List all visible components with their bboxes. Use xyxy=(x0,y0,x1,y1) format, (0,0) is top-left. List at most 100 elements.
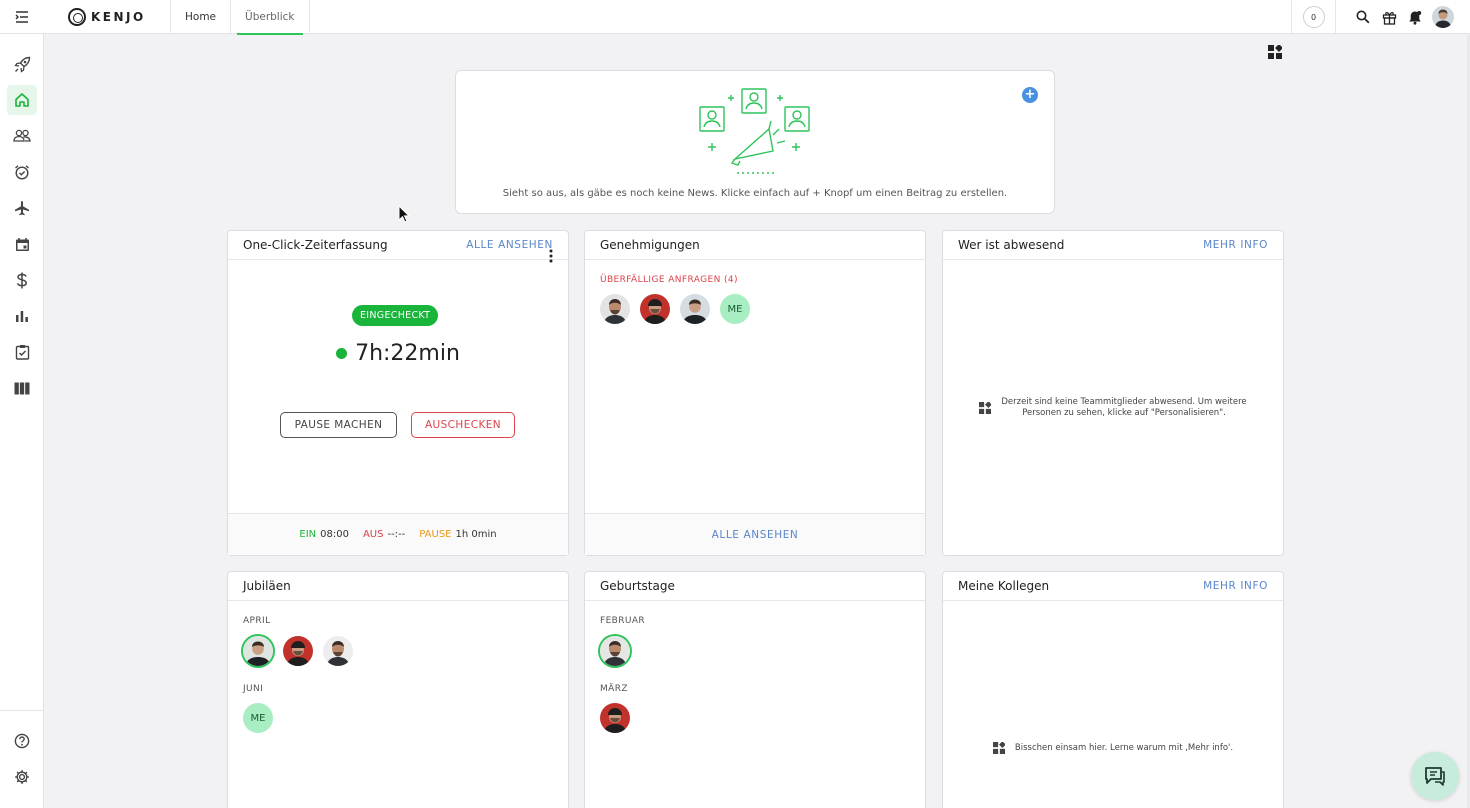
colleagues-card: Meine Kollegen MEHR INFO Bisschen einsam… xyxy=(942,571,1284,808)
month-label-maerz: MÄRZ xyxy=(600,684,628,694)
avatar[interactable] xyxy=(600,703,630,733)
checkin-label: EIN xyxy=(299,529,317,540)
month-label-juni: JUNI xyxy=(243,684,264,694)
checkout-button[interactable]: AUSCHECKEN xyxy=(411,412,515,438)
timer-value: 7h:22min xyxy=(355,341,460,366)
sidebar-item-settings[interactable] xyxy=(7,762,37,792)
pause-value: 1h 0min xyxy=(455,529,497,540)
user-avatar[interactable] xyxy=(1432,6,1454,28)
gift-icon[interactable] xyxy=(1376,0,1402,34)
sidebar-item-attendance[interactable] xyxy=(7,157,37,187)
clipboard-check-icon xyxy=(15,345,29,360)
avatar-me[interactable]: ME xyxy=(720,294,750,324)
anniversary-avatars-juni: ME xyxy=(243,703,273,733)
home-icon xyxy=(15,93,29,107)
overdue-avatars: ME xyxy=(600,294,750,324)
approvals-header: Genehmigungen xyxy=(585,231,925,260)
news-empty-text: Sieht so aus, als gäbe es noch keine New… xyxy=(502,188,1008,199)
news-illustration xyxy=(695,85,815,181)
tab-ueberblick[interactable]: Überblick xyxy=(230,0,310,35)
topbar-actions: 0 xyxy=(1291,0,1470,34)
menu-toggle-icon[interactable] xyxy=(0,0,44,34)
avatar[interactable] xyxy=(323,636,353,666)
logo-text: KENJO xyxy=(91,9,146,24)
sidebar-item-help[interactable] xyxy=(7,726,37,756)
birthdays-title: Geburtstage xyxy=(600,579,675,593)
more-options-icon[interactable] xyxy=(546,248,556,263)
colleagues-empty-text: Bisschen einsam hier. Lerne warum mit ‚M… xyxy=(1014,742,1234,753)
anniversaries-header: Jubiläen xyxy=(228,572,568,601)
checkout-label: AUS xyxy=(362,529,384,540)
sidebar-item-analytics[interactable] xyxy=(7,301,37,331)
birthday-avatars-maerz xyxy=(600,703,630,733)
timer-display: 7h:22min xyxy=(228,341,568,366)
widgets-customize-icon[interactable] xyxy=(1268,44,1283,59)
sidebar-item-board[interactable] xyxy=(7,373,37,403)
sidebar-item-people[interactable] xyxy=(7,121,37,151)
sidebar-item-calendar[interactable] xyxy=(7,229,37,259)
avatar[interactable] xyxy=(640,294,670,324)
absent-card: Wer ist abwesend MEHR INFO Derzeit sind … xyxy=(942,230,1284,556)
tab-ueberblick-label: Überblick xyxy=(245,10,295,23)
approvals-footer: ALLE ANSEHEN xyxy=(585,513,925,555)
alarm-check-icon xyxy=(15,165,29,180)
kenjo-logo[interactable]: KENJO xyxy=(68,7,170,26)
chat-button[interactable] xyxy=(1411,752,1459,800)
bar-chart-icon xyxy=(16,311,28,322)
avatar[interactable] xyxy=(283,636,313,666)
checkin-value: 08:00 xyxy=(320,529,349,540)
month-label-april: APRIL xyxy=(243,616,271,626)
dollar-icon xyxy=(16,272,27,288)
top-bar: KENJO Home Überblick 0 xyxy=(0,0,1470,35)
rocket-icon xyxy=(13,56,30,73)
overdue-requests-label: ÜBERFÄLLIGE ANFRAGEN (4) xyxy=(600,275,738,285)
avatar[interactable] xyxy=(243,636,273,666)
avatar[interactable] xyxy=(600,636,630,666)
notification-counter: 0 xyxy=(1302,6,1325,28)
time-tracking-view-all-link[interactable]: ALLE ANSEHEN xyxy=(466,239,553,251)
time-tracking-title: One-Click-Zeiterfassung xyxy=(243,238,388,252)
status-badge: EINGECHECKT xyxy=(352,305,439,326)
avatar-me[interactable]: ME xyxy=(243,703,273,733)
month-label-februar: FEBRUAR xyxy=(600,616,646,626)
birthdays-header: Geburtstage xyxy=(585,572,925,601)
sidebar xyxy=(0,34,44,808)
sidebar-item-time-off[interactable] xyxy=(7,193,37,223)
sidebar-divider xyxy=(0,710,44,711)
approvals-view-all-link[interactable]: ALLE ANSEHEN xyxy=(712,529,799,541)
pause-label: PAUSE xyxy=(419,529,452,540)
avatar[interactable] xyxy=(600,294,630,324)
columns-icon xyxy=(14,382,30,394)
calendar-icon xyxy=(15,237,29,251)
widgets-icon xyxy=(979,401,992,414)
bell-icon[interactable] xyxy=(1402,0,1428,34)
colleagues-empty-message: Bisschen einsam hier. Lerne warum mit ‚M… xyxy=(943,742,1283,754)
widgets-icon xyxy=(992,742,1005,754)
mouse-cursor-icon xyxy=(398,204,411,223)
add-news-button[interactable]: + xyxy=(1022,87,1038,103)
absent-more-info-link[interactable]: MEHR INFO xyxy=(1203,239,1268,251)
time-tracking-footer: EIN 08:00 AUS --:-- PAUSE 1h 0min xyxy=(228,513,568,555)
absent-header: Wer ist abwesend MEHR INFO xyxy=(943,231,1283,260)
colleagues-title: Meine Kollegen xyxy=(958,579,1050,593)
chat-icon xyxy=(1425,767,1445,786)
sidebar-item-rocket[interactable] xyxy=(7,49,37,79)
kenjo-logo-icon xyxy=(68,7,86,26)
notification-counter-wrap[interactable]: 0 xyxy=(1291,0,1336,34)
checkout-value: --:-- xyxy=(387,529,406,540)
sidebar-item-tasks[interactable] xyxy=(7,337,37,367)
pause-button[interactable]: PAUSE MACHEN xyxy=(280,412,397,438)
tab-home[interactable]: Home xyxy=(170,0,230,34)
avatar[interactable] xyxy=(680,294,710,324)
sidebar-item-payroll[interactable] xyxy=(7,265,37,295)
sidebar-item-home[interactable] xyxy=(7,85,37,115)
news-card: + Sieht so aus, als gäbe es noch keine N… xyxy=(455,70,1055,214)
people-icon xyxy=(13,129,31,142)
help-icon xyxy=(14,733,30,749)
colleagues-more-info-link[interactable]: MEHR INFO xyxy=(1203,580,1268,592)
airplane-icon xyxy=(15,201,29,216)
colleagues-header: Meine Kollegen MEHR INFO xyxy=(943,572,1283,601)
search-icon[interactable] xyxy=(1350,0,1376,34)
birthday-avatars-februar xyxy=(600,636,630,666)
approvals-title: Genehmigungen xyxy=(600,238,700,252)
